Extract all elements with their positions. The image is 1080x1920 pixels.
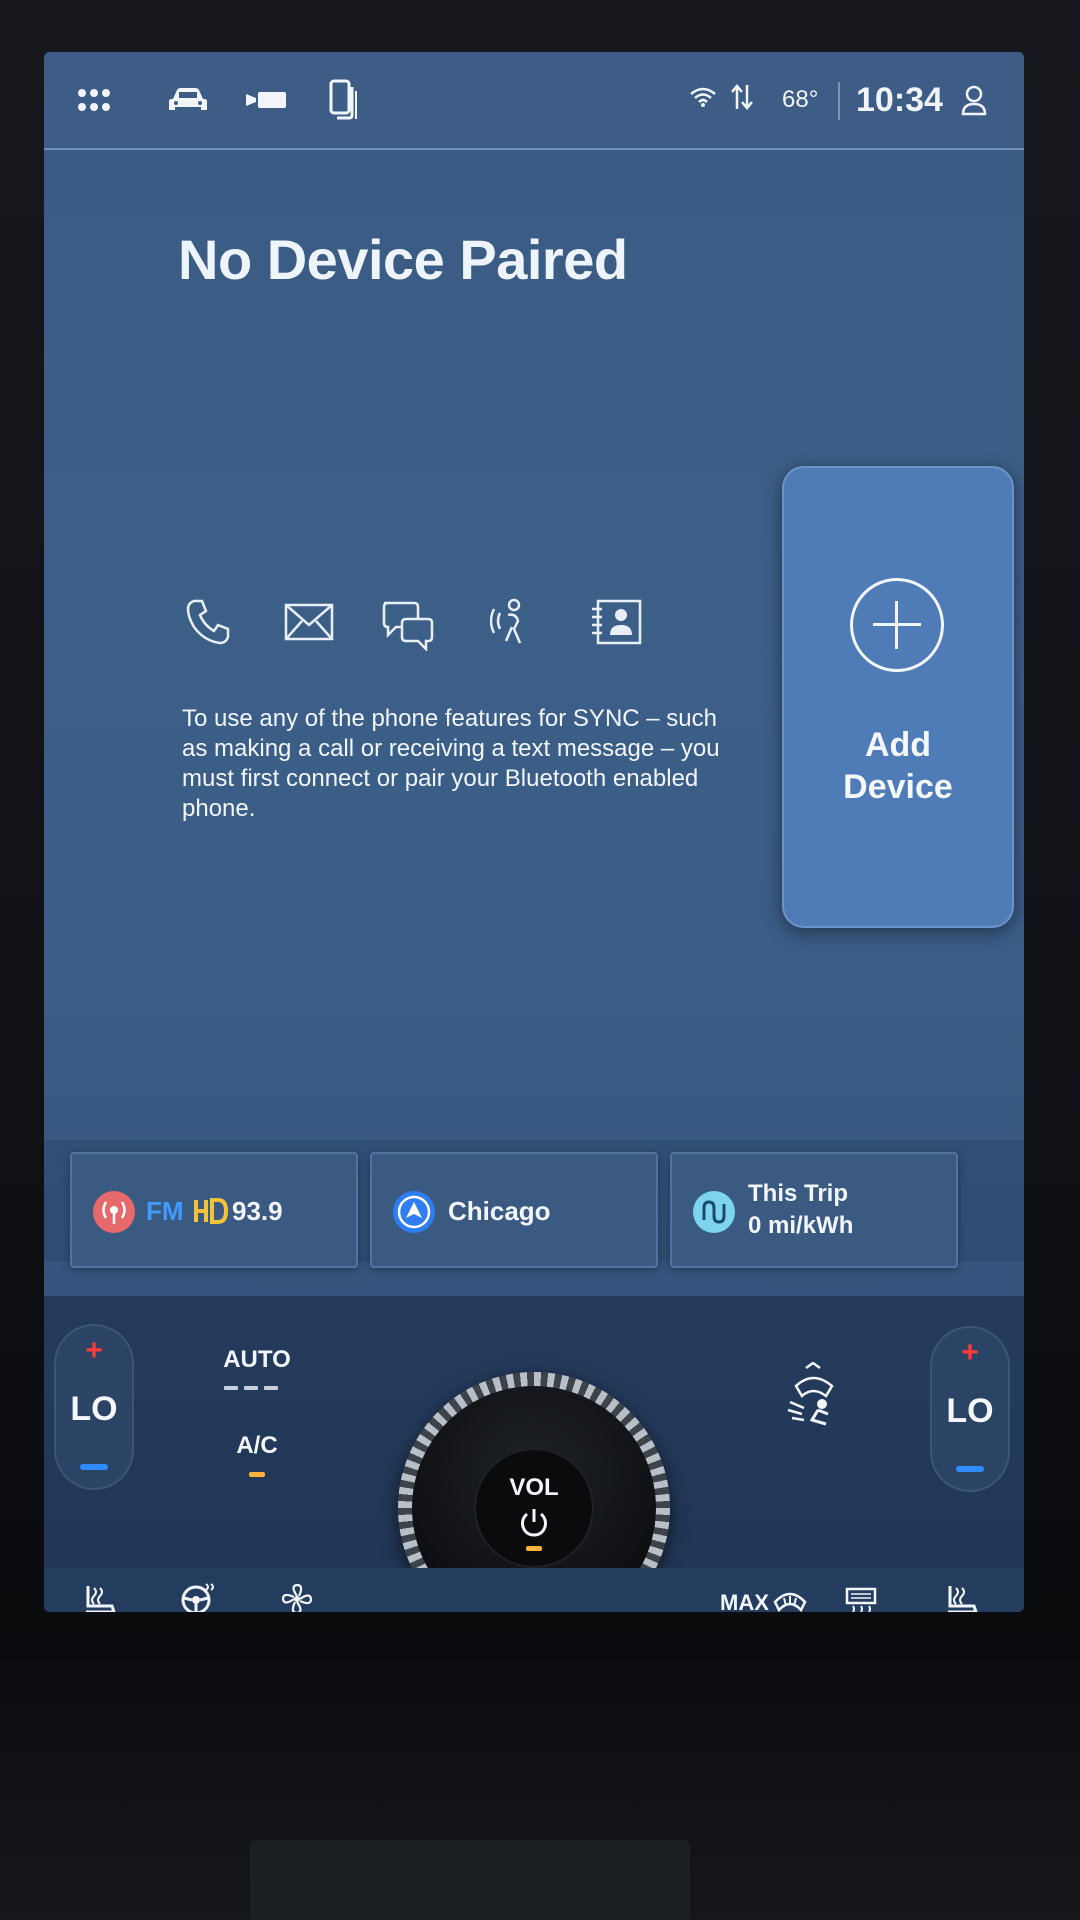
navigation-arrow-icon bbox=[392, 1190, 436, 1239]
hd-radio-icon bbox=[192, 1196, 229, 1231]
chat-icon bbox=[380, 597, 434, 653]
phone-feature-icons bbox=[184, 597, 644, 657]
top-status-bar: 68° 10:34 bbox=[44, 52, 1024, 150]
volume-power-button[interactable]: VOL bbox=[474, 1448, 594, 1568]
max-defrost-label: MAX bbox=[720, 1590, 769, 1612]
outside-temperature: 68° bbox=[782, 86, 819, 113]
driver-seat-heat-button[interactable] bbox=[78, 1582, 118, 1612]
message-icon bbox=[282, 597, 336, 651]
heated-steering-button[interactable] bbox=[180, 1582, 216, 1612]
rear-defrost-button[interactable] bbox=[844, 1586, 878, 1612]
radio-band: FM bbox=[146, 1196, 184, 1226]
navigation-widget[interactable]: Chicago bbox=[370, 1152, 658, 1268]
power-indicator bbox=[526, 1546, 542, 1551]
front-defrost-icon bbox=[773, 1592, 807, 1612]
status-divider bbox=[838, 82, 840, 120]
passenger-temperature: LO bbox=[946, 1392, 994, 1430]
ac-button[interactable]: A/C bbox=[224, 1432, 290, 1460]
driver-temperature: LO bbox=[70, 1390, 118, 1428]
phone-devices-icon[interactable] bbox=[322, 79, 366, 120]
wifi-status bbox=[689, 52, 717, 148]
widget-row: FM 93.9 Chicago This Trip 0 mi/kWh bbox=[44, 1140, 1024, 1268]
pairing-instructions: To use any of the phone features for SYN… bbox=[182, 705, 720, 822]
max-defrost-button[interactable]: MAX bbox=[720, 1584, 807, 1612]
trip-efficiency-widget[interactable]: This Trip 0 mi/kWh bbox=[670, 1152, 958, 1268]
add-device-label: Add Device bbox=[843, 726, 953, 806]
passenger-seat-heat-button[interactable] bbox=[940, 1582, 980, 1612]
passenger-temp-increase[interactable]: + bbox=[930, 1336, 1010, 1370]
add-device-button[interactable]: Add Device bbox=[782, 466, 1014, 928]
camera-icon[interactable] bbox=[244, 80, 288, 120]
phone-icon bbox=[184, 597, 238, 651]
fan-speed-button[interactable] bbox=[280, 1582, 314, 1612]
windshield-airflow-icon bbox=[782, 1361, 844, 1432]
plus-icon bbox=[850, 578, 944, 672]
console-tray bbox=[250, 1840, 690, 1920]
voice-icon bbox=[489, 597, 544, 651]
data-arrows-icon bbox=[730, 83, 754, 118]
seat-heat-icon bbox=[78, 1586, 118, 1612]
data-status bbox=[730, 52, 754, 148]
trip-efficiency-value: 0 mi/kWh bbox=[748, 1212, 854, 1239]
rear-defrost-icon bbox=[844, 1587, 878, 1612]
fan-icon bbox=[280, 1583, 314, 1612]
apps-grid-icon[interactable] bbox=[72, 80, 116, 120]
trip-title: This Trip bbox=[748, 1180, 849, 1207]
passenger-temp-decrease[interactable] bbox=[956, 1466, 984, 1472]
vehicle-icon[interactable] bbox=[166, 80, 210, 120]
profile-icon[interactable] bbox=[952, 80, 996, 120]
auto-level-indicator bbox=[224, 1386, 278, 1390]
power-icon bbox=[518, 1506, 550, 1538]
recirculation-button[interactable] bbox=[782, 1361, 844, 1433]
page-title: No Device Paired bbox=[178, 228, 628, 291]
clock-time: 10:34 bbox=[856, 80, 943, 119]
climate-controls: + LO AUTO A/C VOL + LO MAX bbox=[44, 1296, 1024, 1612]
volume-label: VOL bbox=[509, 1474, 559, 1501]
wifi-icon bbox=[689, 86, 717, 115]
contacts-icon bbox=[588, 597, 642, 651]
driver-temp-increase[interactable]: + bbox=[54, 1334, 134, 1368]
seat-heat-icon bbox=[940, 1586, 980, 1612]
ac-indicator bbox=[249, 1472, 265, 1477]
radio-broadcast-icon bbox=[92, 1190, 136, 1239]
radio-widget[interactable]: FM 93.9 bbox=[70, 1152, 358, 1268]
driver-temp-decrease[interactable] bbox=[80, 1464, 108, 1470]
driver-temperature-control[interactable]: + LO bbox=[54, 1324, 134, 1490]
passenger-temperature-control[interactable]: + LO bbox=[930, 1326, 1010, 1492]
efficiency-icon bbox=[692, 1190, 736, 1239]
infotainment-screen: 68° 10:34 No Device Paired To use any of… bbox=[44, 52, 1024, 1612]
auto-climate-button[interactable]: AUTO bbox=[214, 1346, 300, 1374]
steering-wheel-heat-icon bbox=[180, 1583, 216, 1612]
navigation-destination: Chicago bbox=[448, 1196, 551, 1226]
radio-frequency: 93.9 bbox=[232, 1196, 283, 1226]
